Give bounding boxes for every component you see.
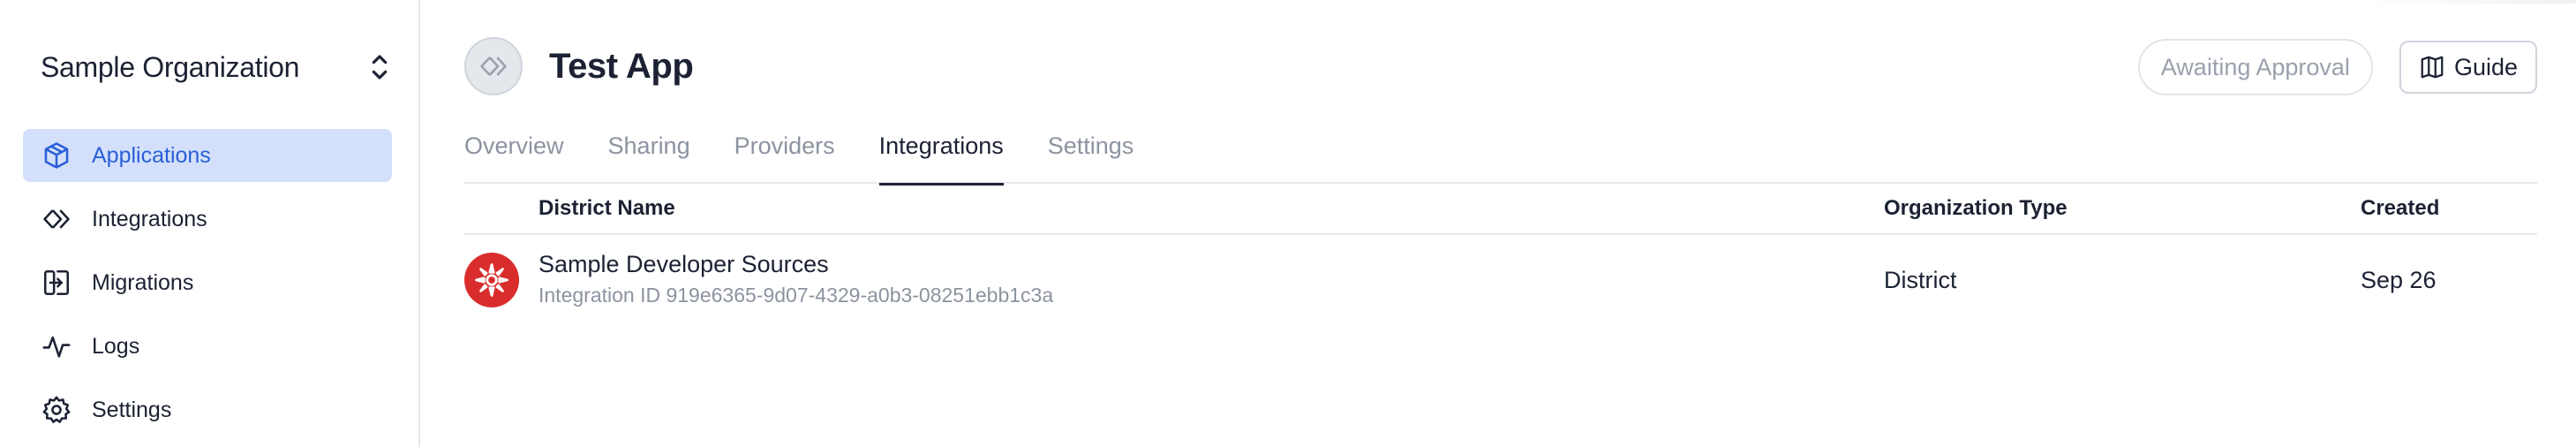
- table-header: District Name Organization Type Created: [464, 184, 2537, 235]
- header-actions: Awaiting Approval Guide: [2137, 39, 2537, 95]
- sidebar-item-label: Applications: [92, 142, 211, 168]
- page-title: Test App: [549, 46, 694, 86]
- popover-edge: [2355, 0, 2576, 4]
- app-avatar: [464, 37, 523, 95]
- created-date-cell: Sep 26: [2361, 267, 2437, 293]
- district-name-cell: Sample Developer Sources Integration ID …: [539, 251, 1053, 307]
- table-row[interactable]: Sample Developer Sources Integration ID …: [464, 235, 2537, 327]
- cube-icon: [41, 140, 72, 171]
- activity-icon: [41, 330, 72, 362]
- integrations-table: District Name Organization Type Created …: [464, 184, 2537, 327]
- sidebar-item-settings[interactable]: Settings: [23, 383, 392, 436]
- column-header-created[interactable]: Created: [2361, 196, 2439, 221]
- tab-sharing[interactable]: Sharing: [608, 122, 690, 184]
- sidebar-item-label: Migrations: [92, 269, 194, 295]
- organization-switcher[interactable]: Sample Organization: [41, 46, 394, 88]
- column-header-organization-type[interactable]: Organization Type: [1884, 196, 2068, 221]
- tab-providers[interactable]: Providers: [734, 122, 835, 184]
- sidebar: Sample Organization Applications Integra…: [0, 0, 420, 447]
- sidebar-item-label: Integrations: [92, 206, 207, 231]
- guide-button-label: Guide: [2453, 53, 2518, 80]
- district-logo: [464, 253, 519, 307]
- sidebar-item-migrations[interactable]: Migrations: [23, 256, 392, 309]
- migrations-icon: [41, 267, 72, 299]
- map-icon: [2421, 56, 2444, 79]
- district-name: Sample Developer Sources: [539, 251, 829, 277]
- sidebar-item-label: Settings: [92, 397, 172, 422]
- tab-integrations[interactable]: Integrations: [878, 122, 1004, 186]
- status-badge: Awaiting Approval: [2137, 39, 2373, 95]
- tab-overview[interactable]: Overview: [464, 122, 564, 184]
- column-header-district-name[interactable]: District Name: [539, 196, 675, 221]
- sidebar-item-integrations[interactable]: Integrations: [23, 193, 392, 246]
- gear-icon: [41, 394, 72, 426]
- sidebar-item-logs[interactable]: Logs: [23, 320, 392, 373]
- sidebar-item-label: Logs: [92, 333, 140, 359]
- organization-name: Sample Organization: [41, 50, 300, 83]
- tab-settings[interactable]: Settings: [1048, 122, 1134, 184]
- app-header: Test App: [464, 37, 694, 95]
- tab-bar: Overview Sharing Providers Integrations …: [464, 122, 2537, 186]
- integration-id: Integration ID 919e6365-9d07-4329-a0b3-0…: [539, 284, 1054, 307]
- chevron-up-down-icon: [365, 49, 394, 85]
- integrations-icon: [480, 57, 507, 76]
- guide-button[interactable]: Guide: [2399, 41, 2537, 94]
- sun-emblem-icon: [475, 263, 508, 297]
- organization-type-cell: District: [1884, 267, 1957, 293]
- integrations-icon: [41, 203, 72, 235]
- sidebar-nav: Applications Integrations Migrations Log…: [23, 129, 392, 447]
- sidebar-item-applications[interactable]: Applications: [23, 129, 392, 182]
